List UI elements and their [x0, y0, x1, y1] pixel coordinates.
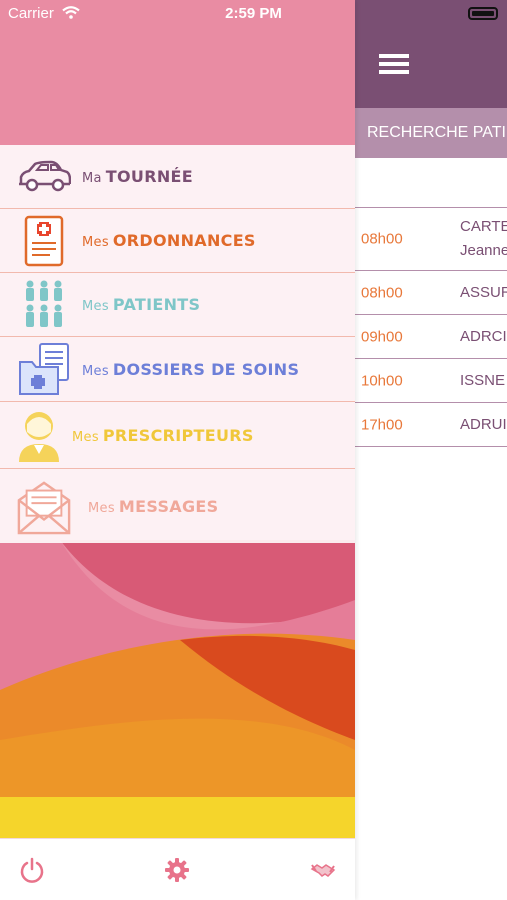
- drawer-menu: Ma TOURNÉE Mes ORDONNANCES Mes PATIENTS …: [0, 145, 355, 543]
- appointment-list: 08h00 CARTE Jeanne 08h00 ASSUR 09h00 ADRC…: [355, 207, 507, 447]
- appointment-row[interactable]: 09h00 ADRCI: [355, 314, 507, 358]
- medical-folder-icon: [16, 342, 72, 396]
- appointment-row[interactable]: 17h00 ADRUI: [355, 402, 507, 447]
- menu-item-patients[interactable]: Mes PATIENTS: [0, 273, 355, 337]
- appointment-patient: ADRUI: [460, 415, 507, 433]
- menu-item-label: Mes MESSAGES: [88, 496, 219, 516]
- menu-item-prescripteurs[interactable]: Mes PRESCRIPTEURS: [0, 402, 355, 469]
- menu-item-label: Ma TOURNÉE: [82, 167, 193, 186]
- gear-icon[interactable]: [164, 857, 190, 883]
- appointment-row[interactable]: 10h00 ISSNE: [355, 358, 507, 402]
- search-patient-bar[interactable]: RECHERCHE PATIENT: [355, 108, 507, 158]
- envelope-icon: [16, 479, 72, 535]
- menu-item-tournee[interactable]: Ma TOURNÉE: [0, 145, 355, 209]
- menu-item-dossiers-de-soins[interactable]: Mes DOSSIERS DE SOINS: [0, 337, 355, 402]
- menu-item-ordonnances[interactable]: Mes ORDONNANCES: [0, 209, 355, 273]
- appointment-time: 10h00: [361, 372, 403, 389]
- menu-item-label: Mes ORDONNANCES: [82, 231, 256, 250]
- prescription-icon: [16, 214, 72, 268]
- status-bar: Carrier 2:59 PM: [0, 0, 507, 28]
- appointment-patient: ADRCI: [460, 327, 507, 345]
- menu-item-label: Mes DOSSIERS DE SOINS: [82, 359, 300, 379]
- appointment-time: 08h00: [361, 284, 403, 301]
- appointment-patient: CARTE Jeanne: [460, 218, 507, 259]
- battery-icon: [468, 7, 498, 20]
- menu-item-messages[interactable]: Mes MESSAGES: [0, 469, 355, 543]
- car-icon: [16, 150, 72, 204]
- patients-group-icon: [16, 278, 72, 332]
- handshake-icon[interactable]: [310, 857, 336, 883]
- side-drawer: Ma TOURNÉE Mes ORDONNANCES Mes PATIENTS …: [0, 0, 355, 900]
- clock: 2:59 PM: [225, 5, 282, 22]
- drawer-footer: [0, 838, 355, 900]
- power-icon[interactable]: [19, 857, 45, 883]
- hamburger-menu-icon[interactable]: [379, 54, 409, 80]
- menu-item-label: Mes PATIENTS: [82, 295, 201, 314]
- appointment-time: 08h00: [361, 230, 403, 248]
- appointment-time: 17h00: [361, 416, 403, 433]
- appointment-patient: ISSNE: [460, 371, 506, 389]
- main-content-panel: RECHERCHE PATIENT 08h00 CARTEJeanne 08h0…: [355, 0, 507, 900]
- appointment-row[interactable]: 08h00 CARTE Jeanne: [355, 207, 507, 270]
- appointment-row[interactable]: 08h00 ASSUR: [355, 270, 507, 314]
- menu-item-label: Mes PRESCRIPTEURS: [72, 425, 254, 445]
- appointment-patient: ASSUR: [460, 283, 507, 301]
- appointment-time: 09h00: [361, 328, 403, 345]
- doctor-icon: [16, 408, 62, 462]
